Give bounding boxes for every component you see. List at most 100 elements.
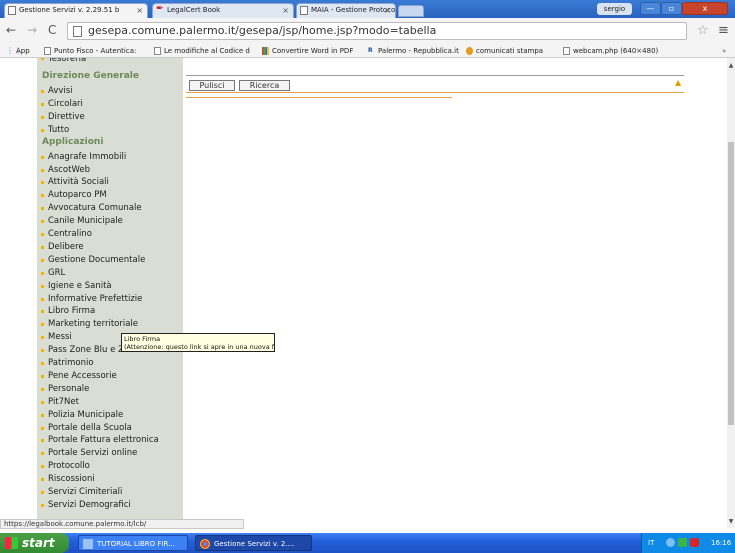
back-arrow-icon[interactable]: ← (6, 24, 16, 36)
sidebar-item-pass-zone-blu-e-ztl[interactable]: Pass Zone Blu e ZTL (41, 344, 134, 357)
sidebar-item-messi[interactable]: Messi (41, 331, 72, 344)
tooltip-note: (Attenzione: questo link si apre in una … (124, 343, 274, 351)
sidebar-item-personale[interactable]: Personale (41, 383, 89, 396)
sidebar-item-avvisi[interactable]: Avvisi (41, 85, 73, 98)
user-profile-button[interactable]: sergio (597, 3, 632, 15)
sidebar-item-pit7net[interactable]: Pit7Net (41, 396, 79, 409)
sidebar-item-ascotweb[interactable]: AscotWeb (41, 164, 90, 177)
apps-grid-icon: ⋮⋮ (6, 46, 22, 55)
address-bar[interactable]: gesepa.comune.palermo.it/gesepa/jsp/home… (67, 22, 687, 40)
collapse-arrow-icon[interactable]: ▲ (675, 79, 681, 87)
bookmark-label: Palermo - Repubblica.it (378, 47, 459, 55)
reload-icon[interactable]: C (48, 24, 56, 36)
sidebar-item-portale-della-scuola[interactable]: Portale della Scuola (41, 422, 132, 435)
new-tab-button[interactable] (398, 5, 424, 17)
page-icon (300, 6, 308, 15)
sidebar-item-circolari[interactable]: Circolari (41, 98, 83, 111)
bookmark-webcam[interactable]: webcam.php (640×480) (563, 44, 658, 58)
taskbar-item-tutorial[interactable]: TUTORIAL LIBRO FIR... (78, 535, 188, 551)
bookmark-comunicati[interactable]: comunicati stampa (466, 44, 543, 58)
divider (186, 97, 452, 98)
vertical-scrollbar[interactable]: ▲ ▼ (727, 58, 735, 528)
bookmark-label: Le modifiche al Codice d (164, 47, 250, 55)
forward-arrow-icon[interactable]: → (27, 24, 37, 36)
bookmark-repubblica[interactable]: R Palermo - Repubblica.it (368, 44, 459, 58)
sidebar-item-protocollo[interactable]: Protocollo (41, 460, 90, 473)
maximize-button[interactable]: ▫ (661, 2, 682, 15)
security-icon[interactable] (678, 538, 687, 547)
sidebar-item-riscossioni[interactable]: Riscossioni (41, 473, 95, 486)
sidebar-item-centralino[interactable]: Centralino (41, 228, 92, 241)
bookmarks-overflow-icon[interactable]: » (722, 44, 726, 58)
scroll-down-arrow-icon[interactable]: ▼ (727, 518, 735, 525)
sidebar-item-tutto[interactable]: Tutto (41, 124, 69, 137)
page-icon (154, 47, 161, 55)
navigation-bar: ← → C gesepa.comune.palermo.it/gesepa/js… (0, 18, 735, 44)
sidebar-item-servizi-demografici[interactable]: Servizi Demografici (41, 499, 131, 512)
sidebar-item-marketing-territoriale[interactable]: Marketing territoriale (41, 318, 138, 331)
page-icon (44, 47, 51, 55)
scroll-up-arrow-icon[interactable]: ▲ (727, 62, 735, 69)
close-icon[interactable]: × (282, 4, 289, 17)
sidebar-item-anagrafe-immobili[interactable]: Anagrafe Immobili (41, 151, 126, 164)
sidebar-item-gestione-documentale[interactable]: Gestione Documentale (41, 254, 145, 267)
bookmark-label: webcam.php (640×480) (573, 47, 659, 55)
language-indicator[interactable]: IT (648, 533, 654, 553)
tooltip-title: Libro Firma (124, 335, 161, 343)
sidebar-item-servizi-cimiteriali[interactable]: Servizi Cimiteriali (41, 486, 122, 499)
taskbar: start TUTORIAL LIBRO FIR... Gestione Ser… (0, 533, 735, 553)
sidebar-section-heading: Direzione Generale (42, 71, 139, 81)
page-icon (8, 6, 16, 15)
sidebar-item-pene-accessorie[interactable]: Pene Accessorie (41, 370, 117, 383)
divider (186, 75, 684, 76)
sidebar-item-patrimonio[interactable]: Patrimonio (41, 357, 94, 370)
scrollbar-thumb[interactable] (728, 142, 734, 425)
sidebar-item-informative-prefettizie[interactable]: Informative Prefettizie (41, 293, 142, 306)
tab-title: Gestione Servizi v. 2.29.51 b (19, 6, 120, 14)
close-window-button[interactable]: x (682, 2, 728, 15)
close-icon[interactable]: × (136, 4, 143, 17)
sidebar-item-grl[interactable]: GRL (41, 267, 65, 280)
sidebar-item-direttive[interactable]: Direttive (41, 111, 85, 124)
tab-maia-protocollo[interactable]: MAIA - Gestione Protocollo In × (296, 3, 396, 18)
bookmarks-bar: ⋮⋮ App Punto Fisco - Autentica: Le modifi… (0, 44, 735, 58)
bookmark-label: comunicati stampa (476, 47, 544, 55)
close-icon[interactable]: × (384, 4, 391, 17)
sidebar-item-canile-municipale[interactable]: Canile Municipale (41, 215, 123, 228)
bookmark-word-pdf[interactable]: Convertire Word in PDF (262, 44, 353, 58)
sidebar-menu: Tesoreria Direzione Generale Avvisi Circola… (37, 58, 183, 519)
menu-icon[interactable]: ≡ (718, 23, 729, 38)
url-text[interactable]: gesepa.comune.palermo.it/gesepa/jsp/home… (88, 24, 436, 38)
clock: 16:16 (711, 539, 732, 547)
legalcert-icon: ✒ (156, 4, 164, 14)
page-icon (563, 47, 570, 55)
minimize-button[interactable]: — (640, 2, 661, 15)
taskbar-item-gestione-servizi[interactable]: Gestione Servizi v. 2.... (195, 535, 312, 551)
document-icon (83, 539, 93, 549)
network-icon[interactable] (666, 538, 675, 547)
bookmark-punto-fisco[interactable]: Punto Fisco - Autentica: (44, 44, 136, 58)
bookmark-apps[interactable]: ⋮⋮ App (6, 44, 30, 58)
sidebar-item-avvocatura-comunale[interactable]: Avvocatura Comunale (41, 202, 142, 215)
sidebar-item-polizia-municipale[interactable]: Polizia Municipale (41, 409, 123, 422)
sidebar-item-autoparco-pm[interactable]: Autoparco PM (41, 189, 107, 202)
clear-button[interactable]: Pulisci (189, 80, 235, 91)
tab-title: MAIA - Gestione Protocollo In (311, 6, 396, 14)
sidebar-item[interactable]: Tesoreria (41, 58, 86, 64)
status-bar-url: https://legalbook.comune.palermo.it/lcb/ (0, 519, 244, 529)
browser-tab-bar: Gestione Servizi v. 2.29.51 b × ✒ LegalC… (0, 0, 735, 18)
tab-legalcert-book[interactable]: ✒ LegalCert Book × (152, 3, 294, 18)
antivirus-icon[interactable] (690, 538, 699, 547)
sidebar-item-portale-fattura-elettronica[interactable]: Portale Fattura elettronica (41, 434, 159, 447)
sidebar-item-libro-firma[interactable]: Libro Firma (41, 305, 95, 318)
bookmark-star-icon[interactable]: ☆ (697, 23, 709, 38)
sidebar-item-delibere[interactable]: Delibere (41, 241, 84, 254)
chrome-icon (200, 539, 210, 549)
start-button[interactable]: start (0, 533, 69, 553)
sidebar-item-portale-servizi-online[interactable]: Portale Servizi online (41, 447, 137, 460)
sidebar-item-attivit-sociali[interactable]: Attività Sociali (41, 176, 109, 189)
sidebar-item-igiene-e-sanit[interactable]: Igiene e Sanità (41, 280, 112, 293)
search-button[interactable]: Ricerca (239, 80, 290, 91)
tab-gestione-servizi[interactable]: Gestione Servizi v. 2.29.51 b × (4, 3, 148, 18)
bookmark-codice[interactable]: Le modifiche al Codice d (154, 44, 250, 58)
